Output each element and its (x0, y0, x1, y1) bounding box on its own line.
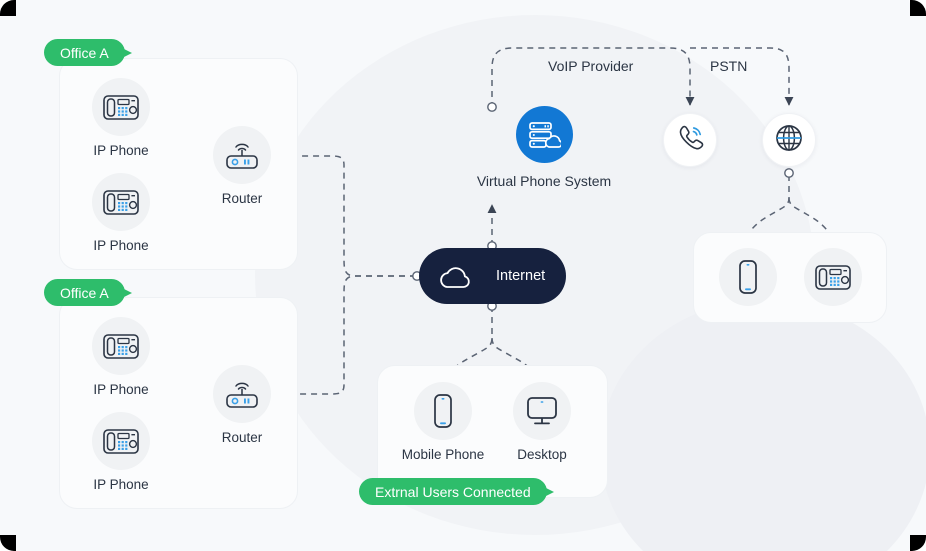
pstn-label: PSTN (710, 58, 748, 74)
router-icon (213, 126, 271, 184)
mobile-phone-icon (414, 382, 472, 440)
server-cloud-icon (515, 106, 573, 163)
office2-router[interactable]: Router (194, 365, 290, 445)
ip-phone-icon (92, 412, 150, 470)
cloud-icon (436, 260, 480, 292)
voip-provider-label: VoIP Provider (548, 58, 634, 74)
diagram-canvas: Office A IP Phone IP Phone Router Office… (0, 0, 926, 551)
node-label: Router (221, 430, 263, 445)
mobile-phone-icon (719, 248, 777, 306)
pstn-node[interactable] (762, 113, 816, 167)
external-users-badge: Extrnal Users Connected (359, 478, 554, 505)
office1-ip-phone-2[interactable]: IP Phone (73, 173, 169, 253)
internet-node[interactable]: Internet (419, 248, 566, 304)
junction-dot (784, 168, 794, 178)
office2-ip-phone-2[interactable]: IP Phone (73, 412, 169, 492)
node-label: IP Phone (93, 477, 149, 492)
external-mobile-phone[interactable]: Mobile Phone (395, 382, 491, 462)
virtual-phone-system-label: Virtual Phone System (476, 173, 612, 189)
ip-phone-icon (804, 248, 862, 306)
node-label: IP Phone (93, 143, 149, 158)
node-label: IP Phone (93, 382, 149, 397)
ringing-phone-icon (674, 122, 706, 159)
corner-notch-bottom-left (0, 535, 16, 551)
node-label: IP Phone (93, 238, 149, 253)
globe-icon (773, 122, 805, 159)
office1-router[interactable]: Router (194, 126, 290, 206)
external-desktop[interactable]: Desktop (494, 382, 590, 462)
voip-provider-node[interactable] (663, 113, 717, 167)
ip-phone-icon (92, 78, 150, 136)
pstn-endpoint-ip-phone[interactable] (785, 248, 881, 306)
office2-ip-phone-1[interactable]: IP Phone (73, 317, 169, 397)
corner-notch-top-right (910, 0, 926, 16)
office-badge-2: Office A (44, 279, 132, 306)
virtual-phone-system-node[interactable]: Virtual Phone System (444, 106, 644, 189)
node-label: Router (221, 191, 263, 206)
ip-phone-icon (92, 317, 150, 375)
corner-notch-top-left (0, 0, 16, 16)
router-icon (213, 365, 271, 423)
corner-notch-bottom-right (910, 535, 926, 551)
internet-label: Internet (496, 268, 546, 284)
node-label: Mobile Phone (401, 447, 485, 462)
office-badge-1: Office A (44, 39, 132, 66)
office1-ip-phone-1[interactable]: IP Phone (73, 78, 169, 158)
background-decoration-circle-2 (600, 300, 926, 551)
pstn-endpoint-mobile[interactable] (700, 248, 796, 306)
ip-phone-icon (92, 173, 150, 231)
node-label: Desktop (517, 447, 567, 462)
desktop-icon (513, 382, 571, 440)
